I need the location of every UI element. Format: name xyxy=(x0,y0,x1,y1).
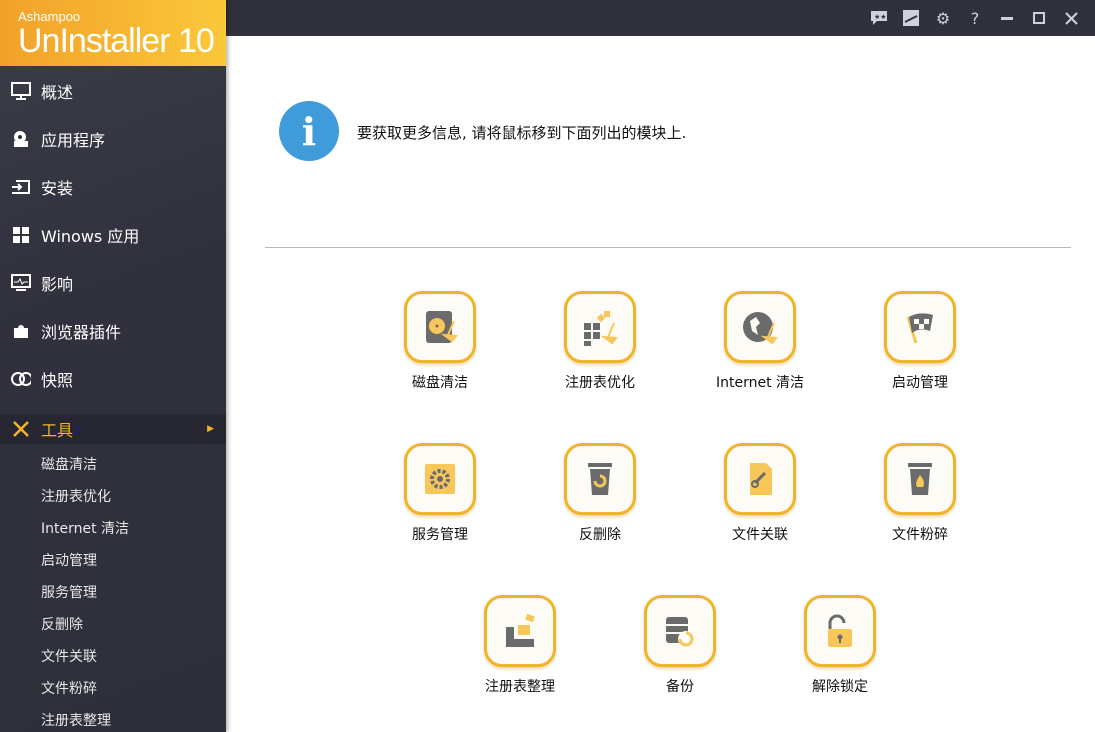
tool-label: 反删除 xyxy=(579,527,621,543)
subitem-startup-manager[interactable]: 启动管理 xyxy=(41,550,97,570)
windows-icon xyxy=(11,225,31,245)
feedback-icon[interactable]: ★★ xyxy=(863,3,895,33)
sidebar-item-overview[interactable]: 概述 xyxy=(0,76,226,106)
svg-text:★★: ★★ xyxy=(874,13,887,21)
tool-tile[interactable]: 服务管理 xyxy=(380,443,500,544)
app-logo: Ashampoo UnInstaller 10 xyxy=(0,0,226,66)
backup-icon xyxy=(644,595,716,667)
file-shredder-icon xyxy=(884,443,956,515)
product-name: UnInstaller 10 xyxy=(18,22,215,60)
sidebar-item-label: Winows 应用 xyxy=(41,227,140,246)
sidebar-item-apps[interactable]: 应用程序 xyxy=(0,124,226,154)
undelete-icon xyxy=(564,443,636,515)
apps-icon xyxy=(11,129,31,149)
info-text: 要获取更多信息, 请将鼠标移到下面列出的模块上. xyxy=(357,124,687,142)
skin-icon[interactable] xyxy=(895,3,927,33)
tool-label: 文件关联 xyxy=(732,527,788,543)
sidebar-item-label: 影响 xyxy=(41,275,74,294)
divider xyxy=(265,247,1071,248)
close-icon[interactable] xyxy=(1055,3,1087,33)
tool-label: 磁盘清洁 xyxy=(412,375,468,391)
info-icon: i xyxy=(279,101,339,161)
unlock-icon xyxy=(804,595,876,667)
sidebar-item-label: 快照 xyxy=(41,371,74,390)
tool-label: 启动管理 xyxy=(892,375,948,391)
title-bar: ★★ ⚙ ? xyxy=(226,0,1095,36)
sidebar-item-snapshot[interactable]: 快照 xyxy=(0,364,226,394)
tool-tile[interactable]: 反删除 xyxy=(540,443,660,544)
sidebar-item-tools[interactable]: 工具 ▶ xyxy=(0,414,226,444)
tool-tile[interactable]: 解除锁定 xyxy=(780,595,900,696)
registry-optimizer-icon xyxy=(564,291,636,363)
subitem-service-manager[interactable]: 服务管理 xyxy=(41,582,97,602)
tool-tile[interactable]: 文件粉碎 xyxy=(860,443,980,544)
sidebar-item-label: 应用程序 xyxy=(41,131,106,150)
tool-tile[interactable]: 磁盘清洁 xyxy=(380,291,500,392)
tool-label: 服务管理 xyxy=(412,527,468,543)
subitem-file-association[interactable]: 文件关联 xyxy=(41,646,97,666)
sidebar-item-install[interactable]: 安装 xyxy=(0,172,226,202)
expand-arrow-icon: ▶ xyxy=(207,424,214,434)
subitem-registry-defrag[interactable]: 注册表整理 xyxy=(41,710,111,730)
sidebar-item-label: 工具 xyxy=(41,421,74,440)
settings-icon[interactable]: ⚙ xyxy=(927,3,959,33)
tool-label: 注册表整理 xyxy=(485,679,555,695)
tool-label: 注册表优化 xyxy=(565,375,635,391)
tool-label: Internet 清洁 xyxy=(715,375,805,391)
disk-cleaner-icon xyxy=(404,291,476,363)
internet-cleaner-icon xyxy=(724,291,796,363)
tool-tile[interactable]: 文件关联 xyxy=(700,443,820,544)
monitor-icon xyxy=(11,81,31,101)
help-icon[interactable]: ? xyxy=(959,3,991,33)
tool-tile[interactable]: Internet 清洁 xyxy=(700,291,820,392)
sidebar: Ashampoo UnInstaller 10 概述 应用程序 安装 Winow… xyxy=(0,0,226,732)
tool-tile[interactable]: 注册表优化 xyxy=(540,291,660,392)
sidebar-item-label: 概述 xyxy=(41,83,74,102)
tool-tile[interactable]: 注册表整理 xyxy=(460,595,580,696)
subitem-disk-cleaner[interactable]: 磁盘清洁 xyxy=(41,454,97,474)
tool-tile[interactable]: 启动管理 xyxy=(860,291,980,392)
sidebar-item-label: 安装 xyxy=(41,179,74,198)
subitem-registry-optimizer[interactable]: 注册表优化 xyxy=(41,486,111,506)
tool-tile[interactable]: 备份 xyxy=(620,595,740,696)
maximize-icon[interactable] xyxy=(1023,3,1055,33)
sidebar-item-label: 浏览器插件 xyxy=(41,323,122,342)
tool-label: 文件粉碎 xyxy=(892,527,948,543)
tool-label: 备份 xyxy=(666,679,694,695)
file-link-icon xyxy=(724,443,796,515)
service-gear-icon xyxy=(404,443,476,515)
subitem-file-shredder[interactable]: 文件粉碎 xyxy=(41,678,97,698)
impact-icon xyxy=(11,273,31,293)
install-icon xyxy=(11,177,31,197)
tools-icon xyxy=(11,419,31,439)
registry-defrag-icon xyxy=(484,595,556,667)
tool-label: 解除锁定 xyxy=(812,679,868,695)
subitem-undelete[interactable]: 反删除 xyxy=(41,614,83,634)
snapshot-icon xyxy=(11,369,31,389)
minimize-icon[interactable] xyxy=(991,3,1023,33)
sidebar-item-windows-apps[interactable]: Winows 应用 xyxy=(0,220,226,250)
puzzle-icon xyxy=(11,321,31,341)
sidebar-item-browser-plugins[interactable]: 浏览器插件 xyxy=(0,316,226,346)
sidebar-item-impact[interactable]: 影响 xyxy=(0,268,226,298)
startup-flag-icon xyxy=(884,291,956,363)
subitem-internet-cleaner[interactable]: Internet 清洁 xyxy=(41,518,129,538)
